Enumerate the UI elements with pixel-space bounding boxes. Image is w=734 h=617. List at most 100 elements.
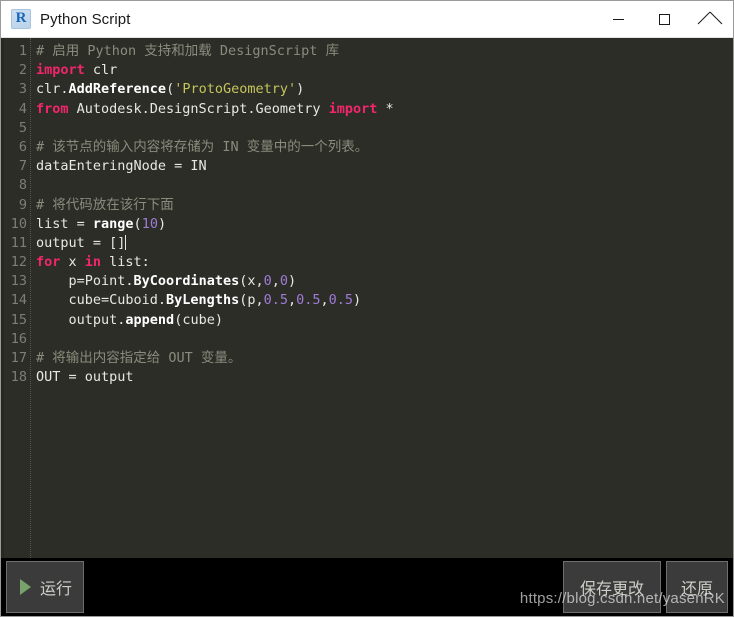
code-token-number: 0 (279, 273, 289, 290)
editor-edge-markers (1, 38, 4, 558)
code-token-plain: output = [] (36, 234, 126, 251)
line-number: 12 (10, 254, 27, 271)
code-token-number: 0.5 (296, 292, 321, 309)
code-line: import clr (36, 61, 733, 80)
code-token-keyword: import (328, 100, 378, 117)
window-title: Python Script (40, 10, 131, 28)
line-number: 15 (10, 311, 27, 328)
code-token-plain: ( (166, 81, 175, 98)
save-changes-label: 保存更改 (579, 581, 644, 598)
code-token-func: ByLengths (166, 292, 240, 309)
code-token-plain: , (320, 292, 329, 309)
code-line: output.append(cube) (36, 311, 733, 330)
line-number: 13 (10, 273, 27, 290)
line-number: 17 (10, 350, 27, 366)
minimize-icon (612, 18, 624, 20)
code-line: # 将代码放在该行下面 (36, 196, 733, 215)
line-number: 5 (18, 119, 27, 136)
minimize-button[interactable] (595, 1, 641, 37)
code-token-plain: OUT = output (36, 369, 134, 386)
maximize-button[interactable] (641, 1, 687, 37)
line-number-gutter: 1 2 3 4 5 6 7 8 9 10 11 12 13 14 15 16 17 18 (4, 38, 31, 558)
line-number: 1 (18, 43, 27, 59)
line-number: 11 (10, 234, 27, 251)
code-token-plain: ) (157, 215, 167, 232)
code-token-plain: cube=Cuboid. (36, 292, 167, 309)
code-line: from Autodesk.DesignScript.Geometry impo… (36, 100, 733, 119)
code-token-func: AddReference (68, 81, 167, 98)
code-token-plain: , (271, 273, 280, 290)
code-token-plain: list: (101, 254, 150, 271)
save-changes-button[interactable]: 保存更改 (563, 561, 661, 613)
code-token-plain: (x, (239, 273, 264, 290)
maximize-icon (658, 13, 670, 25)
code-line: list = range(10) (36, 215, 733, 234)
code-token-plain: dataEnteringNode = IN (36, 158, 207, 175)
line-number: 3 (18, 81, 27, 98)
revit-r-icon: R (11, 9, 31, 29)
code-token-keyword: from (36, 100, 69, 117)
app-icon-letter: R (15, 10, 27, 27)
code-line: OUT = output (36, 368, 733, 387)
code-token-comment: # 将代码放在该行下面 (36, 196, 174, 213)
code-token-keyword: import (36, 62, 85, 79)
code-token-func: range (92, 215, 134, 232)
code-token-plain: x (60, 254, 85, 271)
code-line: clr.AddReference('ProtoGeometry') (36, 80, 733, 99)
code-line: output = [] (36, 234, 733, 253)
python-script-window: R Python Script 1 2 3 4 5 6 7 8 9 10 11 12 13 14 15 16 1… (0, 0, 734, 617)
run-button[interactable]: 运行 (6, 561, 84, 613)
code-token-plain: ) (288, 273, 297, 290)
code-editor[interactable]: 1 2 3 4 5 6 7 8 9 10 11 12 13 14 15 16 17 18 # 启用 Python … (1, 38, 733, 558)
code-token-plain: (p, (239, 292, 264, 309)
restore-button[interactable]: 还原 (666, 561, 728, 613)
code-line: # 将输出内容指定给 OUT 变量。 (36, 349, 733, 368)
code-token-plain: ) (353, 292, 362, 309)
line-number: 9 (18, 196, 27, 213)
code-token-plain: ) (296, 81, 305, 98)
code-token-plain: output. (36, 311, 126, 328)
line-number: 2 (18, 62, 27, 79)
code-token-number: 0.5 (328, 292, 354, 309)
code-token-plain: ( (133, 215, 142, 232)
line-number: 18 (10, 369, 27, 386)
code-token-number: 10 (141, 215, 158, 232)
code-line: dataEnteringNode = IN (36, 157, 733, 176)
code-token-string: 'ProtoGeometry' (174, 81, 297, 98)
code-line: # 启用 Python 支持和加载 DesignScript 库 (36, 42, 733, 61)
code-token-keyword: for (36, 254, 61, 271)
edge-marker-red (1, 498, 4, 508)
edge-marker-blue (1, 476, 4, 490)
code-token-number: 0.5 (263, 292, 288, 309)
window-controls (595, 1, 733, 37)
code-token-number: 0 (263, 273, 272, 290)
title-bar: R Python Script (1, 1, 733, 38)
code-line: p=Point.ByCoordinates(x,0,0) (36, 272, 733, 291)
close-icon (704, 13, 717, 26)
line-number: 16 (10, 330, 27, 347)
run-button-label: 运行 (39, 581, 72, 598)
line-number: 7 (18, 158, 27, 175)
restore-label: 还原 (680, 581, 713, 598)
code-token-plain: (cube) (174, 311, 223, 328)
code-token-plain: Autodesk.DesignScript.Geometry (68, 100, 329, 117)
code-token-func: append (125, 311, 175, 328)
close-button[interactable] (687, 1, 733, 37)
code-token-plain: clr. (36, 81, 69, 98)
code-text-area[interactable]: # 启用 Python 支持和加载 DesignScript 库 import c… (31, 38, 733, 558)
code-line: # 该节点的输入内容将存储为 IN 变量中的一个列表。 (36, 138, 733, 157)
text-cursor (124, 234, 126, 250)
code-token-plain: clr (84, 62, 118, 79)
line-number: 14 (10, 292, 27, 309)
code-token-func: ByCoordinates (133, 273, 240, 290)
code-token-keyword: in (84, 254, 102, 271)
code-token-comment: # 启用 Python 支持和加载 DesignScript 库 (36, 43, 340, 59)
code-token-plain: * (377, 100, 394, 117)
code-token-plain: , (287, 292, 297, 309)
line-number: 6 (18, 138, 27, 155)
code-line: cube=Cuboid.ByLengths(p,0.5,0.5,0.5) (36, 291, 733, 310)
line-number: 10 (10, 215, 27, 232)
